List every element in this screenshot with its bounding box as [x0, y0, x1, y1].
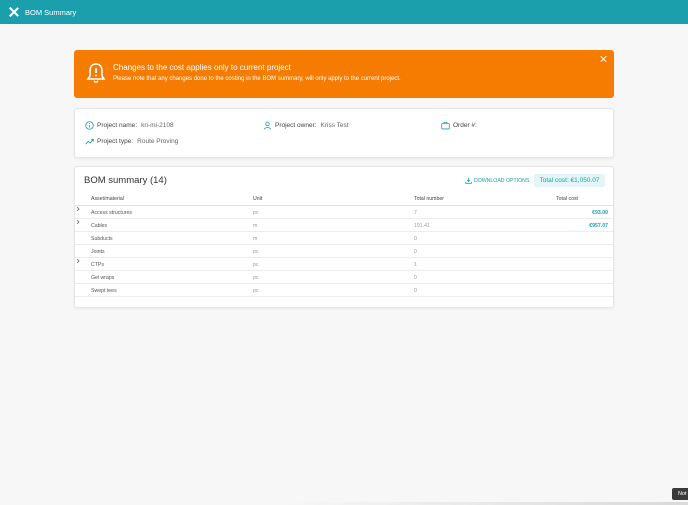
table-row: Swept tees pc 0 [75, 284, 613, 297]
project-owner-value: Kriss Test [320, 122, 349, 129]
row-unit: m [253, 223, 258, 229]
row-unit: pc [253, 262, 259, 268]
project-info-card: Project name: kri-mi-2108 Project owner:… [74, 108, 614, 158]
alert-close-icon[interactable] [600, 55, 608, 63]
download-icon [465, 177, 472, 184]
total-cost-badge: Total cost: €1,050.07 [534, 174, 605, 187]
row-unit: pc [253, 275, 259, 281]
bell-alert-icon [86, 63, 106, 84]
project-type-label: Project type: [97, 138, 134, 145]
row-unit: pc [253, 288, 259, 294]
bom-title: BOM summary (14) [84, 175, 167, 186]
table-row[interactable]: Access structures pc 7 €93.00 [75, 206, 613, 219]
row-name: Gel wraps [91, 275, 115, 281]
col-total-number: Total number [414, 196, 444, 202]
info-icon [85, 121, 94, 130]
row-name: Cables [91, 223, 108, 229]
table-header: Asset/material Unit Total number Total c… [75, 193, 613, 206]
order-label: Order #: [453, 122, 477, 129]
project-name-value: kri-mi-2108 [141, 122, 174, 129]
row-total: 191.41 [414, 223, 430, 229]
project-name-label: Project name: [97, 122, 138, 129]
row-name: CTPs [91, 262, 104, 268]
row-unit: m [253, 236, 258, 242]
chevron-right-icon[interactable] [75, 258, 81, 264]
col-asset-material: Asset/material [91, 196, 124, 202]
order-field: Order #: [441, 121, 481, 130]
table-row[interactable]: CTPs pc 1 [75, 258, 613, 271]
download-options-button[interactable]: DOWNLOAD OPTIONS [465, 177, 529, 184]
chevron-right-icon[interactable] [75, 206, 81, 212]
row-total: 0 [414, 249, 417, 255]
row-total: 0 [414, 236, 417, 242]
row-cost: €93.00 [592, 210, 608, 216]
row-name: Joints [91, 249, 105, 255]
row-total: 0 [414, 288, 417, 294]
project-name-field: Project name: kri-mi-2108 [85, 121, 174, 130]
alert-title: Changes to the cost applies only to curr… [113, 63, 291, 72]
alert-text: Please note that any changes done to the… [113, 76, 401, 82]
row-name: Access structures [91, 210, 132, 216]
row-unit: pc [253, 210, 259, 216]
bom-summary-card: BOM summary (14) DOWNLOAD OPTIONS Total … [74, 166, 614, 308]
download-options-label: DOWNLOAD OPTIONS [474, 177, 530, 184]
briefcase-icon [441, 121, 450, 130]
row-total: 1 [414, 262, 417, 268]
col-unit: Unit [253, 196, 263, 202]
project-owner-field: Project owner: Kriss Test [263, 121, 349, 130]
project-type-field: Project type: Route Proving [85, 137, 178, 146]
row-total: 0 [414, 275, 417, 281]
table-row[interactable]: Cables m 191.41 €957.07 [75, 219, 613, 232]
user-icon [263, 121, 272, 130]
chevron-right-icon[interactable] [75, 219, 81, 225]
page-title: BOM Summary [25, 7, 77, 17]
row-total: 7 [414, 210, 417, 216]
col-total-cost: Total cost [556, 196, 578, 202]
close-icon[interactable] [9, 7, 19, 17]
row-name: Swept tees [91, 288, 117, 294]
table-row: Subducts m 0 [75, 232, 613, 245]
cost-warning-alert: Changes to the cost applies only to curr… [74, 50, 614, 98]
project-type-value: Route Proving [137, 138, 179, 145]
row-name: Subducts [91, 236, 113, 242]
notification-tab[interactable]: Not [672, 488, 688, 500]
table-row: Joints pc 0 [75, 245, 613, 258]
project-owner-label: Project owner: [275, 122, 317, 129]
table-row: Gel wraps pc 0 [75, 271, 613, 284]
top-bar: BOM Summary [0, 0, 688, 24]
trending-up-icon [85, 138, 94, 145]
row-cost: €957.07 [589, 223, 608, 229]
row-unit: pc [253, 249, 259, 255]
